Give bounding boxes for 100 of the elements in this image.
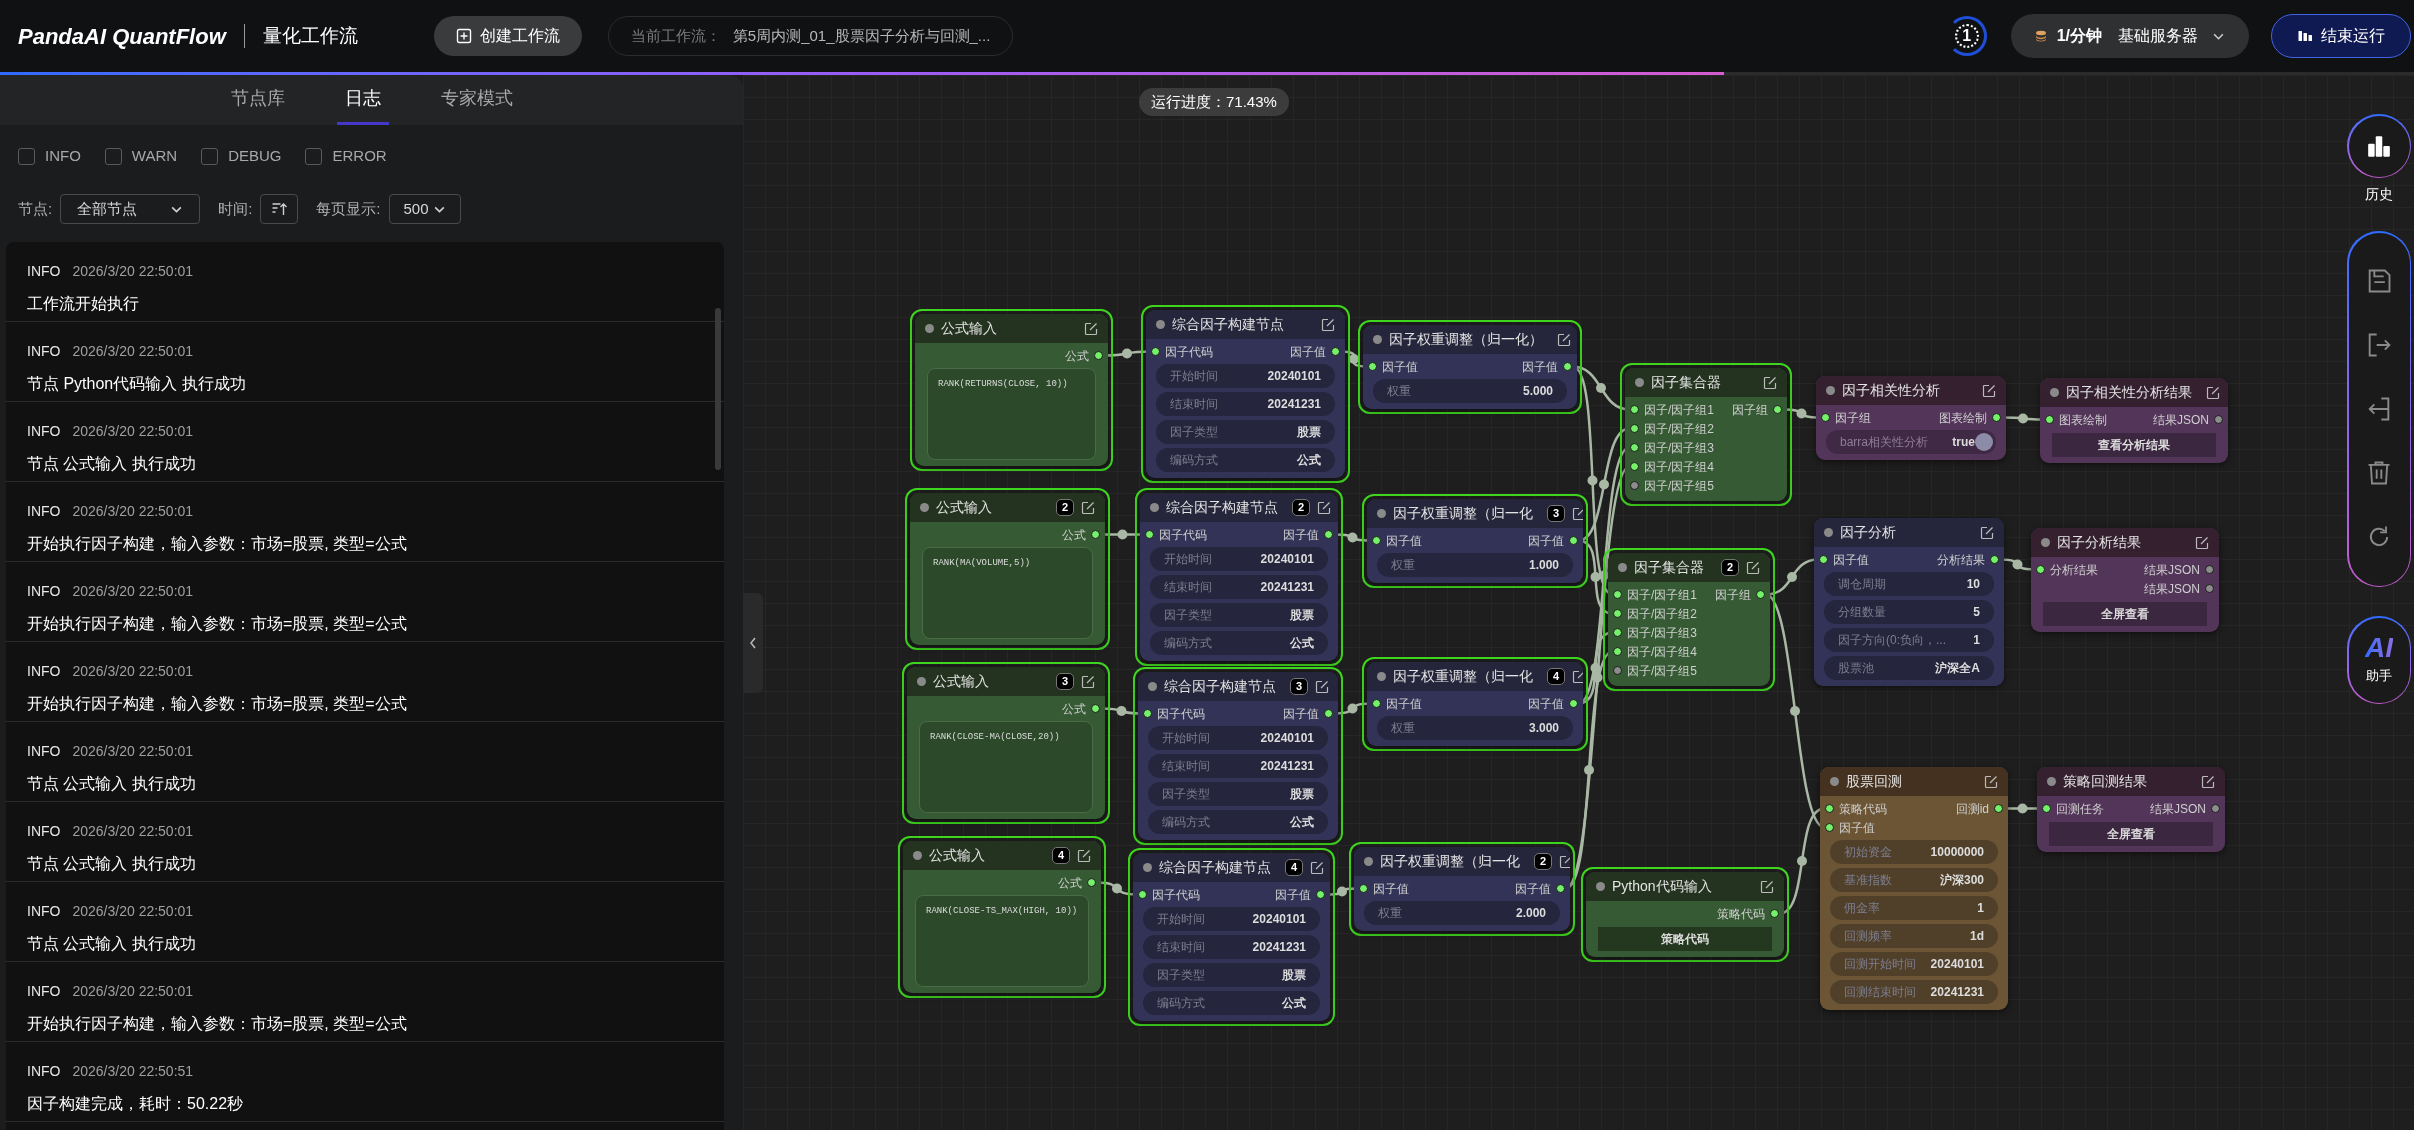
filter-label: 时间: xyxy=(218,198,253,219)
server-rate: 1/分钟 xyxy=(2056,26,2102,46)
param-field[interactable]: 权重 2.000 xyxy=(1364,901,1560,925)
param-field[interactable]: 编码方式 公式 xyxy=(1156,448,1335,472)
param-field[interactable]: 权重 3.000 xyxy=(1377,716,1573,740)
action-button[interactable]: 策略代码 xyxy=(1598,927,1772,951)
param-field[interactable]: 编码方式 公式 xyxy=(1150,631,1328,655)
page-size-select[interactable]: 500 xyxy=(388,194,461,224)
log-time: 2026/3/20 22:50:51 xyxy=(72,1062,194,1081)
param-field[interactable]: 权重 5.000 xyxy=(1373,379,1567,403)
create-workflow-button[interactable]: 创建工作流 xyxy=(433,16,582,56)
port-label: 因子值 xyxy=(1373,880,1409,898)
port-label: 因子值 xyxy=(1290,343,1326,361)
panel-tab[interactable]: 日志 xyxy=(336,75,389,125)
param-field[interactable]: 分组数量 5 xyxy=(1824,600,1994,624)
node-title: 因子相关性分析 xyxy=(1842,381,1940,400)
port-label: 因子值 xyxy=(1528,532,1564,550)
node-badge: 3 xyxy=(1547,505,1566,522)
checkbox-label: INFO xyxy=(45,145,81,166)
param-field[interactable]: 回测开始时间 20240101 xyxy=(1830,952,1998,976)
log-level: INFO xyxy=(27,902,61,921)
port-label: 因子代码 xyxy=(1157,705,1205,723)
log-message: 因子构建完成，耗时：50.22秒 xyxy=(27,1094,245,1114)
param-field[interactable]: 结束时间 20241231 xyxy=(1156,392,1335,416)
param-field[interactable]: 回测结束时间 20241231 xyxy=(1830,980,1998,1004)
log-message: 节点 Python代码输入 执行成功 xyxy=(27,374,247,394)
filter-label: 节点: xyxy=(18,198,53,219)
param-field[interactable]: 开始时间 20240101 xyxy=(1150,547,1328,571)
param-field[interactable]: 佣金率 1 xyxy=(1830,896,1998,920)
server-selector[interactable]: 1/分钟 基础服务器 xyxy=(2010,14,2249,58)
port-label: 因子组 xyxy=(1835,409,1871,427)
action-button[interactable]: 全屏查看 xyxy=(2043,602,2207,626)
param-field[interactable]: 开始时间 20240101 xyxy=(1143,907,1320,931)
param-field[interactable]: 回测频率 1d xyxy=(1830,924,1998,948)
param-field[interactable]: 编码方式 公式 xyxy=(1148,810,1328,834)
node-title: 股票回测 xyxy=(1846,772,1902,791)
log-time: 2026/3/20 22:50:01 xyxy=(72,662,194,681)
node-title: Python代码输入 xyxy=(1612,877,1712,896)
stop-run-button[interactable]: 结束运行 xyxy=(2271,14,2411,58)
log-message: 节点 公式输入 执行成功 xyxy=(27,934,197,954)
log-time: 2026/3/20 22:50:01 xyxy=(72,982,194,1001)
node-badge: 3 xyxy=(1055,673,1074,690)
param-field[interactable]: 因子类型 股票 xyxy=(1156,420,1335,444)
param-field[interactable]: 结束时间 20241231 xyxy=(1143,935,1320,959)
node-badge: 3 xyxy=(1290,678,1309,695)
param-field[interactable]: 因子类型 股票 xyxy=(1150,603,1328,627)
checkbox-label: DEBUG xyxy=(228,145,282,166)
panel-tab[interactable]: 专家模式 xyxy=(432,75,521,125)
action-button[interactable]: 全屏查看 xyxy=(2049,822,2213,846)
port-label: 结果JSON xyxy=(2144,580,2200,598)
ai-assistant-button[interactable]: AI 助手 xyxy=(2347,616,2411,704)
param-field[interactable]: 结束时间 20241231 xyxy=(1150,575,1328,599)
node-title: 因子集合器 xyxy=(1634,558,1704,577)
node-title: 综合因子构建节点 xyxy=(1159,858,1271,877)
formula-editor[interactable]: RANK(CLOSE-TS_MAX(HIGH, 10)) xyxy=(915,895,1089,987)
panel-tab[interactable]: 节点库 xyxy=(222,75,293,125)
port-label: 因子/因子组4 xyxy=(1644,458,1714,476)
formula-editor[interactable]: RANK(RETURNS(CLOSE, 10)) xyxy=(927,368,1096,460)
node-title: 公式输入 xyxy=(941,319,997,338)
log-level: INFO xyxy=(27,262,61,281)
node-select[interactable]: 全部节点 xyxy=(60,194,201,224)
action-button[interactable]: 查看分析结果 xyxy=(2052,433,2216,457)
log-time: 2026/3/20 22:50:01 xyxy=(72,502,194,521)
port-label: 公式 xyxy=(1062,526,1086,544)
node-title: 因子权重调整（归一化 xyxy=(1393,504,1533,523)
port-label: 因子/因子组2 xyxy=(1644,420,1714,438)
param-field[interactable]: 因子类型 股票 xyxy=(1148,782,1328,806)
param-field[interactable]: 初始资金 10000000 xyxy=(1830,840,1998,864)
param-field[interactable]: 基准指数 沪深300 xyxy=(1830,868,1998,892)
filter-label: 每页显示: xyxy=(316,198,381,219)
node-title: 因子权重调整（归一化 xyxy=(1393,667,1533,686)
node-badge: 4 xyxy=(1285,859,1304,876)
port-label: 因子/因子组3 xyxy=(1627,624,1697,642)
node-badge: 2 xyxy=(1720,559,1739,576)
port-label: 因子值 xyxy=(1275,886,1311,904)
port-label: 因子代码 xyxy=(1152,886,1200,904)
node-title: 综合因子构建节点 xyxy=(1164,677,1276,696)
log-time: 2026/3/20 22:50:01 xyxy=(72,902,194,921)
port-label: 因子/因子组2 xyxy=(1627,605,1697,623)
param-field[interactable]: 结束时间 20241231 xyxy=(1148,754,1328,778)
formula-editor[interactable]: RANK(CLOSE-MA(CLOSE,20)) xyxy=(919,721,1093,813)
param-field[interactable]: 编码方式 公式 xyxy=(1143,991,1320,1015)
port-label: 因子值 xyxy=(1283,526,1319,544)
param-field[interactable]: 股票池 沪深全A xyxy=(1824,656,1994,680)
formula-editor[interactable]: RANK(MA(VOLUME,5)) xyxy=(922,547,1093,639)
port-label: 因子代码 xyxy=(1159,526,1207,544)
port-label: 结果JSON xyxy=(2144,561,2200,579)
param-field[interactable]: 因子类型 股票 xyxy=(1143,963,1320,987)
port-label: 因子组 xyxy=(1715,586,1751,604)
log-level: INFO xyxy=(27,342,61,361)
log-level: INFO xyxy=(27,822,61,841)
param-field[interactable]: 调仓周期 10 xyxy=(1824,572,1994,596)
param-label: barra相关性分析 xyxy=(1840,434,1928,451)
port-label: 因子值 xyxy=(1382,358,1418,376)
node-title: 公式输入 xyxy=(933,672,989,691)
param-field[interactable]: 权重 1.000 xyxy=(1377,553,1573,577)
log-message: 节点 公式输入 执行成功 xyxy=(27,854,197,874)
param-field[interactable]: 因子方向(0:负向，... 1 xyxy=(1824,628,1994,652)
param-field[interactable]: 开始时间 20240101 xyxy=(1148,726,1328,750)
param-field[interactable]: 开始时间 20240101 xyxy=(1156,364,1335,388)
